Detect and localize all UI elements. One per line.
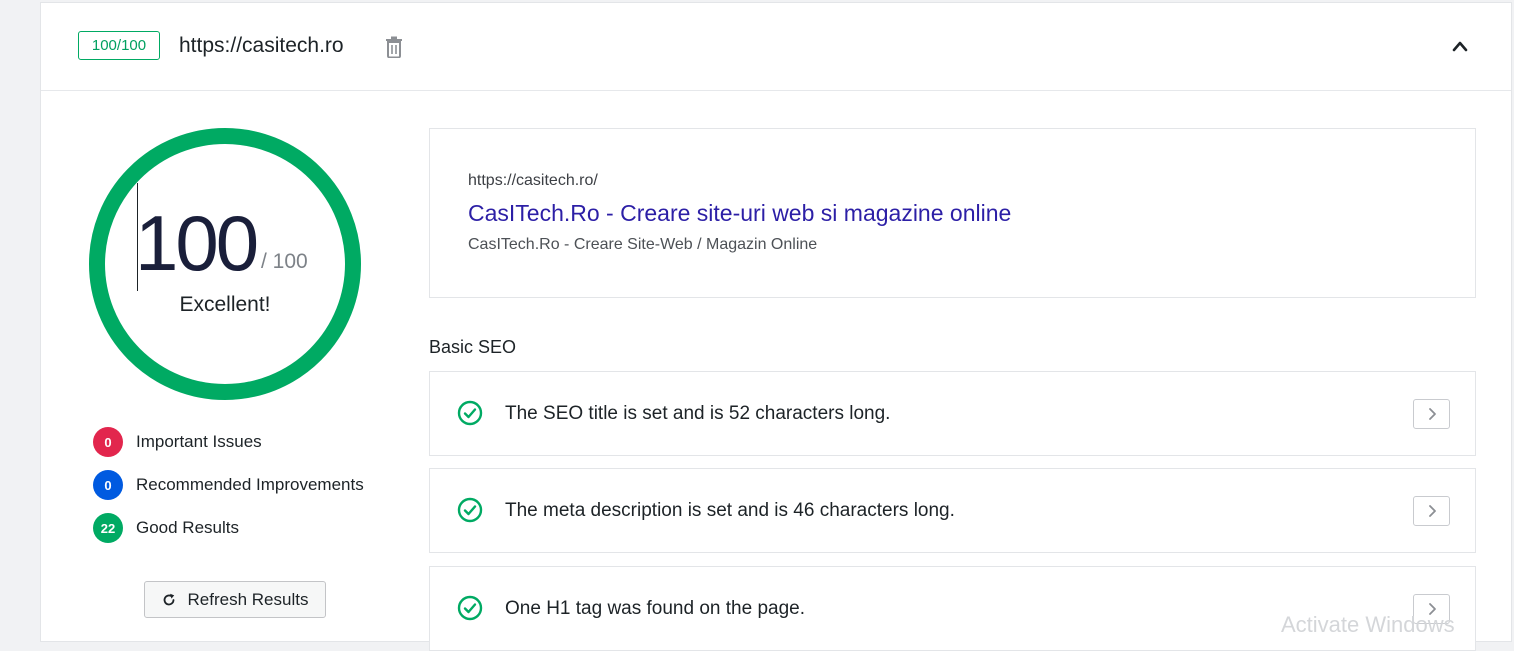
- important-issues-count: 0: [93, 427, 123, 457]
- recommended-improvements-row: 0 Recommended Improvements: [93, 469, 364, 501]
- score-value: 100: [135, 199, 259, 287]
- check-circle-icon: [457, 400, 483, 426]
- chevron-right-icon: [1428, 408, 1436, 420]
- score-rating: Excellent!: [179, 293, 271, 316]
- serp-preview-description: CasITech.Ro - Creare Site-Web / Magazin …: [468, 236, 818, 253]
- seo-check-label: The meta description is set and is 46 ch…: [505, 500, 955, 521]
- good-results-count: 22: [93, 513, 123, 543]
- seo-analysis-card: 100/100 https://casitech.ro 100 / 100 Ex…: [40, 2, 1512, 651]
- site-url: https://casitech.ro: [179, 34, 344, 57]
- seo-check-item[interactable]: The meta description is set and is 46 ch…: [429, 468, 1476, 553]
- score-max: / 100: [261, 250, 308, 273]
- seo-check-label: The SEO title is set and is 52 character…: [505, 403, 891, 424]
- chevron-up-icon[interactable]: [1450, 38, 1470, 54]
- serp-preview-title[interactable]: CasITech.Ro - Creare site-uri web si mag…: [468, 200, 1011, 227]
- refresh-results-label: Refresh Results: [187, 589, 309, 609]
- score-badge: 100/100: [78, 31, 160, 60]
- expand-button[interactable]: [1413, 496, 1450, 526]
- seo-check-item[interactable]: One H1 tag was found on the page.: [429, 566, 1476, 651]
- card-header[interactable]: 100/100 https://casitech.ro: [41, 3, 1511, 91]
- refresh-icon: [163, 593, 174, 605]
- important-issues-label: Important Issues: [136, 432, 262, 451]
- basic-seo-heading: Basic SEO: [429, 337, 517, 357]
- good-results-row: 22 Good Results: [93, 512, 239, 544]
- refresh-results-button[interactable]: Refresh Results: [144, 581, 326, 618]
- expand-button[interactable]: [1413, 399, 1450, 429]
- good-results-label: Good Results: [136, 518, 239, 537]
- recommended-improvements-count: 0: [93, 470, 123, 500]
- seo-check-label: One H1 tag was found on the page.: [505, 598, 805, 619]
- chevron-right-icon: [1428, 505, 1436, 517]
- important-issues-row: 0 Important Issues: [93, 426, 262, 458]
- serp-preview: https://casitech.ro/ CasITech.Ro - Crear…: [429, 128, 1476, 298]
- check-circle-icon: [457, 595, 483, 621]
- seo-check-item[interactable]: The SEO title is set and is 52 character…: [429, 371, 1476, 456]
- serp-preview-url: https://casitech.ro/: [468, 172, 598, 189]
- trash-icon[interactable]: [385, 36, 403, 58]
- windows-activation-watermark: Activate Windows: [1281, 612, 1455, 637]
- check-circle-icon: [457, 497, 483, 523]
- recommended-improvements-label: Recommended Improvements: [136, 475, 364, 494]
